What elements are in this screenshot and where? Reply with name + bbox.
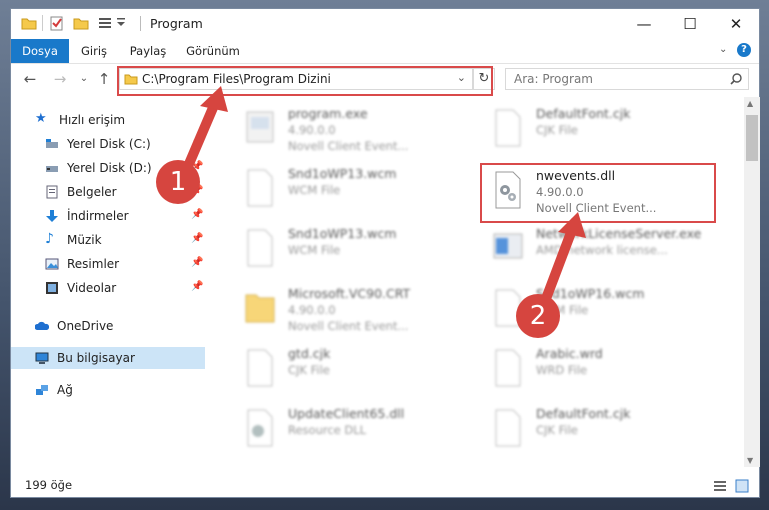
annotation-arrows xyxy=(178,86,586,317)
step-marker-1: 1 xyxy=(156,160,200,204)
step-marker-2: 2 xyxy=(516,294,560,338)
